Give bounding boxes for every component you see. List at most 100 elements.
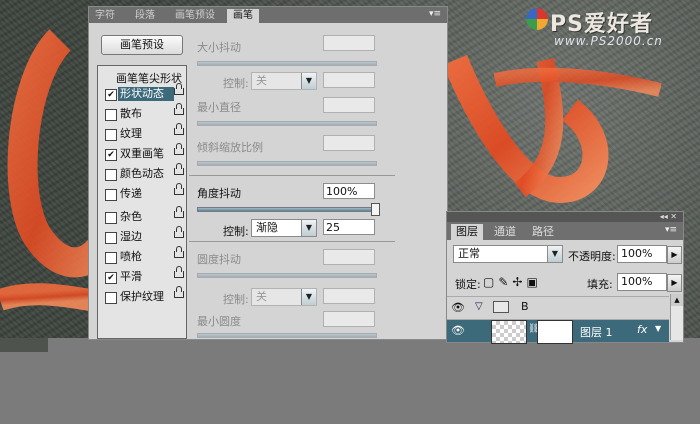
tab-paragraph[interactable]: 段落: [129, 9, 161, 23]
option-label: 双重画笔: [120, 147, 164, 160]
option-shape-dynamics[interactable]: ✔ 形状动态: [98, 83, 186, 103]
min-roundness-slider[interactable]: [197, 333, 377, 338]
tab-channels[interactable]: 通道: [489, 224, 521, 240]
chevron-down-icon[interactable]: ▼: [655, 324, 661, 333]
separator: [189, 241, 395, 242]
fx-icon[interactable]: fx: [637, 323, 647, 336]
roundness-jitter-field[interactable]: [323, 249, 375, 265]
option-label: 湿边: [120, 230, 142, 243]
option-label: 形状动态: [118, 87, 174, 101]
lock-icon[interactable]: [174, 286, 184, 298]
lock-position-icon[interactable]: ✢: [512, 275, 526, 289]
lock-icon[interactable]: [174, 163, 184, 175]
layer-mask-thumbnail[interactable]: [537, 320, 573, 344]
brush-panel-tabbar: 字符 段落 画笔预设 画笔 ▾≡: [89, 7, 447, 23]
size-control-label: 控制:: [223, 77, 249, 90]
min-diameter-label: 最小直径: [197, 101, 241, 114]
size-jitter-field[interactable]: [323, 35, 375, 51]
panel-menu-icon[interactable]: ▾≡: [665, 225, 677, 235]
tab-brush[interactable]: 画笔: [227, 9, 259, 23]
min-diameter-field[interactable]: [323, 97, 375, 113]
angle-jitter-slider[interactable]: [197, 203, 380, 216]
tilt-scale-slider[interactable]: [197, 161, 377, 166]
opacity-field[interactable]: 100% ▶: [617, 245, 682, 264]
min-diameter-slider[interactable]: [197, 121, 377, 126]
size-control-field[interactable]: [323, 72, 375, 88]
tab-brush-presets[interactable]: 画笔预设: [169, 9, 221, 23]
lock-pixels-icon[interactable]: ✎: [498, 275, 512, 289]
option-color-dynamics[interactable]: 颜色动态: [98, 163, 186, 183]
chevron-down-icon[interactable]: ▼: [301, 73, 316, 89]
lock-icon[interactable]: [174, 246, 184, 258]
lock-icon[interactable]: [174, 266, 184, 278]
roundness-jitter-slider[interactable]: [197, 273, 377, 278]
checkbox[interactable]: ✔: [105, 272, 117, 284]
option-transfer[interactable]: 传递: [98, 183, 186, 203]
panel-menu-icon[interactable]: ▾≡: [429, 9, 441, 19]
expand-triangle-icon[interactable]: ▽: [475, 301, 483, 312]
chevron-down-icon[interactable]: ▼: [301, 289, 316, 305]
lock-icon[interactable]: [174, 206, 184, 218]
tab-character[interactable]: 字符: [89, 9, 121, 23]
option-airbrush[interactable]: 喷枪: [98, 246, 186, 266]
roundness-control-select[interactable]: 关 ▼: [251, 288, 317, 306]
chevron-down-icon[interactable]: ▼: [547, 246, 562, 262]
fill-field[interactable]: 100% ▶: [617, 273, 682, 292]
checkbox[interactable]: ✔: [105, 149, 117, 161]
angle-control-select[interactable]: 渐隐 ▼: [251, 219, 317, 237]
lock-icon[interactable]: [174, 143, 184, 155]
visibility-eye-icon[interactable]: 👁: [451, 301, 465, 314]
option-label: 传递: [120, 187, 142, 200]
chevron-right-icon[interactable]: ▶: [667, 246, 682, 264]
lock-all-icon[interactable]: ▣: [526, 275, 541, 289]
layer-row[interactable]: 👁 ⛓ 图层 1 fx ▼: [447, 319, 669, 344]
checkbox[interactable]: [105, 232, 117, 244]
layer-thumbnail: [491, 320, 527, 344]
option-dual-brush[interactable]: ✔ 双重画笔: [98, 143, 186, 163]
brush-presets-button[interactable]: 画笔预设: [101, 35, 183, 55]
scroll-up-icon[interactable]: ▲: [671, 294, 683, 306]
tab-layers[interactable]: 图层: [451, 224, 483, 240]
checkbox[interactable]: [105, 189, 117, 201]
size-control-select[interactable]: 关 ▼: [251, 72, 317, 90]
tilt-scale-field[interactable]: [323, 135, 375, 151]
checkbox[interactable]: [105, 252, 117, 264]
lock-icon[interactable]: [174, 226, 184, 238]
checkbox[interactable]: [105, 109, 117, 121]
size-jitter-slider[interactable]: [197, 61, 377, 66]
fade-steps-field[interactable]: 25: [323, 219, 375, 235]
lock-transparency-icon[interactable]: ▢: [483, 275, 498, 289]
option-wet-edges[interactable]: 湿边: [98, 226, 186, 246]
lock-icon[interactable]: [174, 103, 184, 115]
lock-icon[interactable]: [174, 123, 184, 135]
slider-handle[interactable]: [371, 203, 380, 216]
roundness-control-field[interactable]: [323, 288, 375, 304]
option-texture[interactable]: 纹理: [98, 123, 186, 143]
checkbox[interactable]: ✔: [105, 89, 117, 101]
min-roundness-field[interactable]: [323, 311, 375, 327]
option-noise[interactable]: 杂色: [98, 206, 186, 226]
tab-paths[interactable]: 路径: [527, 224, 559, 240]
option-smoothing[interactable]: ✔ 平滑: [98, 266, 186, 286]
angle-jitter-field[interactable]: 100%: [323, 183, 375, 199]
option-scattering[interactable]: 散布: [98, 103, 186, 123]
chevron-down-icon[interactable]: ▼: [301, 220, 316, 236]
layers-scrollbar[interactable]: ▲: [670, 294, 683, 340]
checkbox[interactable]: [105, 129, 117, 141]
brush-tip-shape-item[interactable]: 画笔笔尖形状: [98, 70, 186, 86]
opacity-value: 100%: [621, 247, 653, 260]
checkbox[interactable]: [105, 292, 117, 304]
option-protect-texture[interactable]: 保护纹理: [98, 286, 186, 306]
fill-value: 100%: [621, 275, 653, 288]
visibility-eye-icon[interactable]: 👁: [451, 324, 465, 337]
lock-icon[interactable]: [174, 183, 184, 195]
checkbox[interactable]: [105, 169, 117, 181]
collapse-icon[interactable]: ◂◂ ✕: [660, 212, 677, 222]
size-control-value: 关: [256, 74, 267, 87]
lock-icon[interactable]: [174, 83, 184, 95]
chevron-right-icon[interactable]: ▶: [667, 274, 682, 292]
checkbox[interactable]: [105, 212, 117, 224]
tilt-scale-label: 倾斜缩放比例: [197, 141, 263, 154]
blend-mode-select[interactable]: 正常 ▼: [453, 245, 563, 263]
layer-group-row[interactable]: 👁 ▽ B: [447, 296, 669, 319]
